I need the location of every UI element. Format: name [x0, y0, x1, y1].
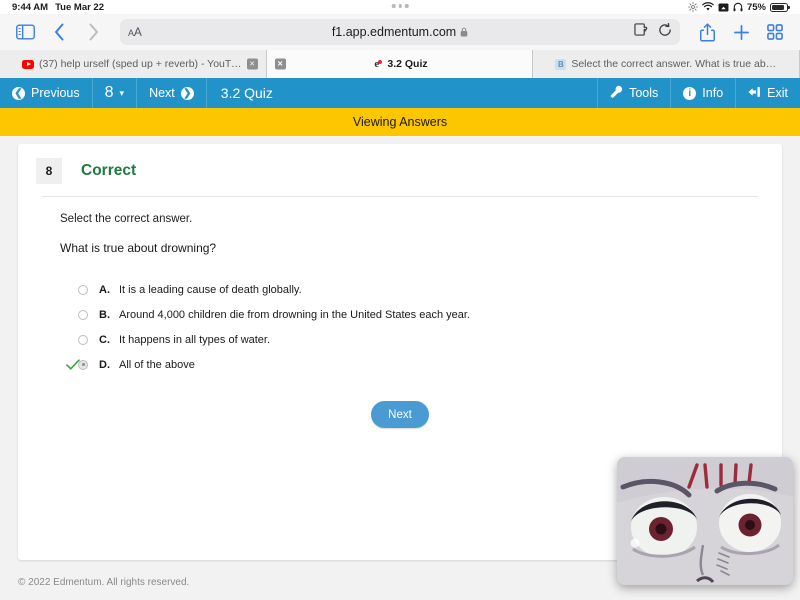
status-bar: 9:44 AM Tue Mar 22 75% — [0, 0, 800, 14]
close-icon[interactable]: × — [274, 58, 286, 70]
next-nav-button[interactable]: Next ❯ — [137, 78, 207, 108]
question-header: 8 Correct — [18, 144, 782, 184]
exit-button[interactable]: Exit — [735, 78, 800, 108]
tab-strip: (37) help urself (sped up + reverb) - Yo… — [0, 50, 800, 78]
next-label: Next — [149, 86, 175, 100]
forward-button[interactable] — [78, 17, 108, 47]
battery-percent: 75% — [746, 1, 766, 13]
reload-icon[interactable] — [658, 22, 672, 42]
text-size-button[interactable]: AA — [128, 25, 142, 39]
back-button[interactable] — [44, 17, 74, 47]
banner-text: Viewing Answers — [352, 115, 448, 129]
ipad-screen: 9:44 AM Tue Mar 22 75% A A f1.app.edment… — [0, 0, 800, 600]
question-selector[interactable]: 8 ▾ — [93, 78, 138, 108]
arrow-right-icon: ❯ — [180, 86, 194, 100]
exit-icon — [748, 86, 761, 101]
tab-label: Select the correct answer. What is true … — [571, 58, 778, 70]
previous-label: Previous — [31, 86, 80, 100]
next-button[interactable]: Next — [371, 401, 429, 428]
status-badge: Correct — [81, 162, 137, 179]
extensions-icon[interactable] — [634, 23, 648, 41]
choice-letter: A. — [99, 283, 110, 296]
tab-label: 3.2 Quiz — [387, 58, 428, 70]
pip-video-frame — [617, 457, 793, 585]
answer-option-b[interactable]: B. Around 4,000 children die from drowni… — [78, 302, 782, 327]
picture-in-picture-video[interactable] — [617, 457, 793, 585]
quiz-title: 3.2 Quiz — [220, 85, 273, 101]
sidebar-icon[interactable] — [10, 17, 40, 47]
share-icon[interactable] — [692, 17, 722, 47]
viewing-answers-banner: Viewing Answers — [0, 108, 800, 136]
divider — [42, 196, 758, 197]
handle-dot — [404, 4, 409, 8]
brightness-icon — [688, 2, 698, 12]
choice-text: It happens in all types of water. — [119, 333, 271, 346]
multitasking-handle[interactable] — [391, 4, 409, 8]
radio-button-selected[interactable] — [78, 359, 88, 370]
tab-overview-icon[interactable] — [760, 17, 790, 47]
status-bar-date: Tue Mar 22 — [55, 1, 105, 13]
brainly-favicon: B — [555, 58, 567, 70]
choice-letter: D. — [99, 358, 110, 371]
radio-button[interactable] — [78, 309, 88, 320]
handle-dot — [391, 4, 396, 8]
next-button-row: Next — [18, 401, 782, 428]
radio-button[interactable] — [78, 284, 88, 295]
browser-tab-brainly[interactable]: B Select the correct answer. What is tru… — [533, 50, 800, 78]
wifi-icon — [702, 2, 714, 12]
wrench-icon — [610, 85, 623, 101]
question-text: What is true about drowning? — [60, 241, 217, 255]
browser-toolbar: AA f1.app.edmentum.com — [0, 14, 800, 50]
headphones-icon — [733, 2, 743, 12]
info-button[interactable]: i Info — [670, 78, 735, 108]
status-bar-time: 9:44 AM — [12, 1, 49, 13]
close-icon[interactable]: × — [246, 58, 258, 70]
previous-button[interactable]: ❮ Previous — [0, 78, 93, 108]
radio-button[interactable] — [78, 334, 88, 345]
new-tab-button[interactable] — [726, 17, 756, 47]
question-number-badge: 8 — [36, 158, 62, 184]
chevron-down-icon: ▾ — [119, 87, 125, 98]
browser-tab-youtube[interactable]: (37) help urself (sped up + reverb) - Yo… — [0, 50, 267, 78]
footer-copyright: © 2022 Edmentum. All rights reserved. — [18, 577, 190, 588]
address-bar[interactable]: AA f1.app.edmentum.com — [120, 19, 680, 45]
battery-icon — [770, 2, 790, 12]
tools-label: Tools — [629, 86, 659, 100]
info-icon: i — [683, 86, 697, 100]
arrow-left-icon: ❮ — [12, 86, 25, 100]
choice-letter: B. — [99, 308, 110, 321]
tools-button[interactable]: Tools — [597, 78, 670, 108]
answer-option-c[interactable]: C. It happens in all types of water. — [78, 327, 782, 352]
lock-icon — [460, 27, 468, 37]
answer-option-a[interactable]: A. It is a leading cause of death global… — [78, 277, 782, 302]
handle-dot — [398, 4, 402, 8]
quiz-navigation-bar: ❮ Previous 8 ▾ Next ❯ 3.2 Quiz Tools i I… — [0, 78, 800, 108]
answer-option-d[interactable]: D. All of the above — [66, 352, 782, 377]
choice-text: All of the above — [119, 358, 195, 371]
question-instruction: Select the correct answer. — [60, 213, 193, 225]
youtube-favicon — [22, 59, 34, 69]
tab-label: (37) help urself (sped up + reverb) - Yo… — [39, 58, 244, 70]
exit-label: Exit — [767, 86, 788, 100]
url-text: f1.app.edmentum.com — [331, 25, 457, 39]
question-number: 8 — [104, 84, 114, 101]
choice-text: It is a leading cause of death globally. — [119, 283, 302, 296]
choice-letter: C. — [99, 333, 110, 346]
choice-text: Around 4,000 children die from drowning … — [119, 308, 470, 321]
screen-mirroring-icon — [718, 2, 729, 12]
browser-tab-quiz[interactable]: × e 3.2 Quiz — [266, 50, 534, 78]
edmentum-favicon: e — [371, 58, 383, 70]
info-label: Info — [702, 86, 724, 100]
answer-choices: A. It is a leading cause of death global… — [66, 277, 782, 377]
